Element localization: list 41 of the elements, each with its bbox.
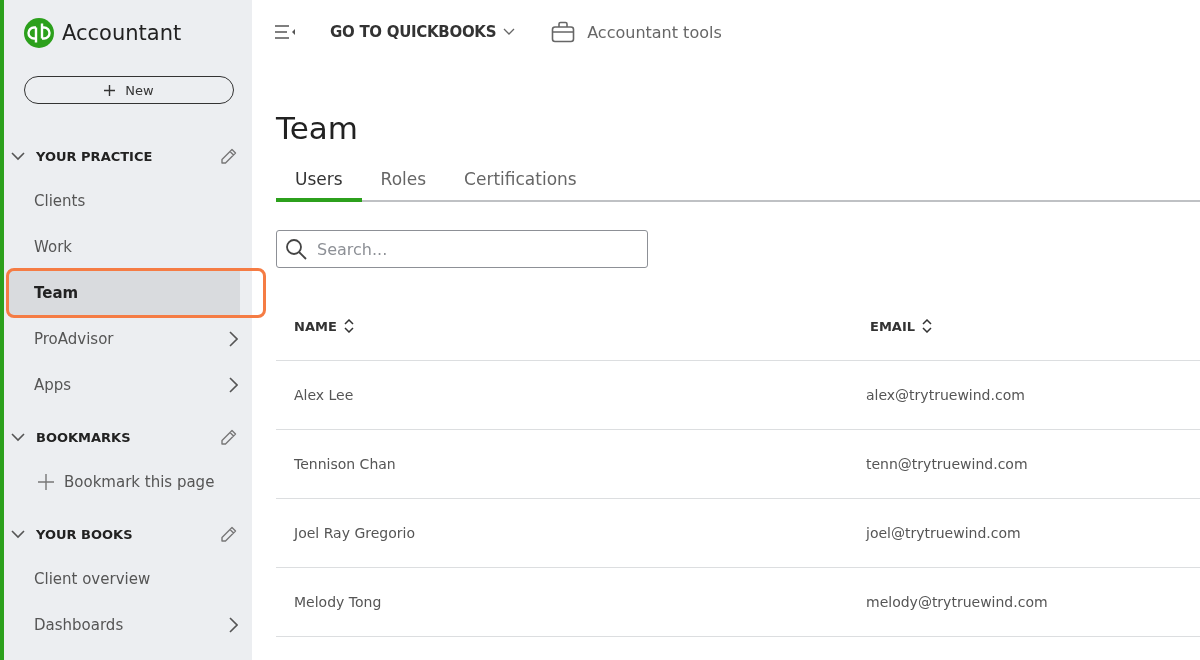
search-icon [284, 237, 308, 261]
accountant-tools-button[interactable]: Accountant tools [551, 21, 722, 43]
sidebar-item[interactable]: Dashboards [4, 602, 240, 648]
table-cell-text: Tennison Chan [294, 456, 397, 472]
column-header[interactable]: EMAIL [870, 318, 932, 334]
sidebar-item[interactable]: Clients [4, 178, 240, 224]
section-title: BOOKMARKS [36, 429, 132, 445]
tab[interactable]: Users [276, 160, 362, 202]
logo-icon [24, 18, 54, 48]
sidebar-item[interactable]: Team [8, 270, 240, 316]
section-title: YOUR BOOKS [36, 526, 134, 542]
table-cell-text: Joel Ray Gregorio [294, 525, 416, 541]
sidebar-item[interactable]: Work [4, 224, 240, 270]
tab[interactable]: Certifications [445, 160, 596, 202]
sidebar-item[interactable]: Apps [4, 362, 240, 408]
table-cell: tenn@trytruewind.com [866, 456, 1028, 472]
table-cell: joel@trytruewind.com [866, 525, 1021, 541]
go-to-quickbooks-menu[interactable]: GO TO QUICKBOOKS [330, 23, 516, 41]
table-cell-text: Melody Tong [294, 594, 383, 610]
brand-name: Accountant [62, 21, 182, 45]
search-field[interactable]: Search... [276, 230, 648, 268]
plus-icon [104, 84, 116, 96]
table-cell: alex@trytruewind.com [866, 387, 1025, 403]
sidebar-item[interactable]: ProAdvisor [4, 316, 240, 362]
page-title: Team [276, 109, 359, 148]
sidebar-item[interactable]: Bookmark this page [4, 459, 240, 505]
pencil-icon[interactable] [219, 524, 238, 544]
tab[interactable]: Roles [361, 160, 446, 202]
caret-icon [503, 28, 516, 36]
briefcase-icon [551, 21, 576, 43]
plus-icon [38, 474, 54, 490]
pencil-icon[interactable] [219, 427, 238, 447]
sort-icon [922, 319, 932, 333]
sidebar-item[interactable]: Client overview [4, 556, 240, 602]
table-cell: melody@trytruewind.com [866, 594, 1048, 610]
sort-icon [343, 319, 354, 333]
pencil-icon[interactable] [219, 146, 238, 166]
menu-icon[interactable] [274, 24, 296, 40]
table-cell-text: Alex Lee [294, 387, 355, 403]
section-title: YOUR PRACTICE [36, 148, 154, 164]
column-header[interactable]: NAME [294, 318, 354, 334]
